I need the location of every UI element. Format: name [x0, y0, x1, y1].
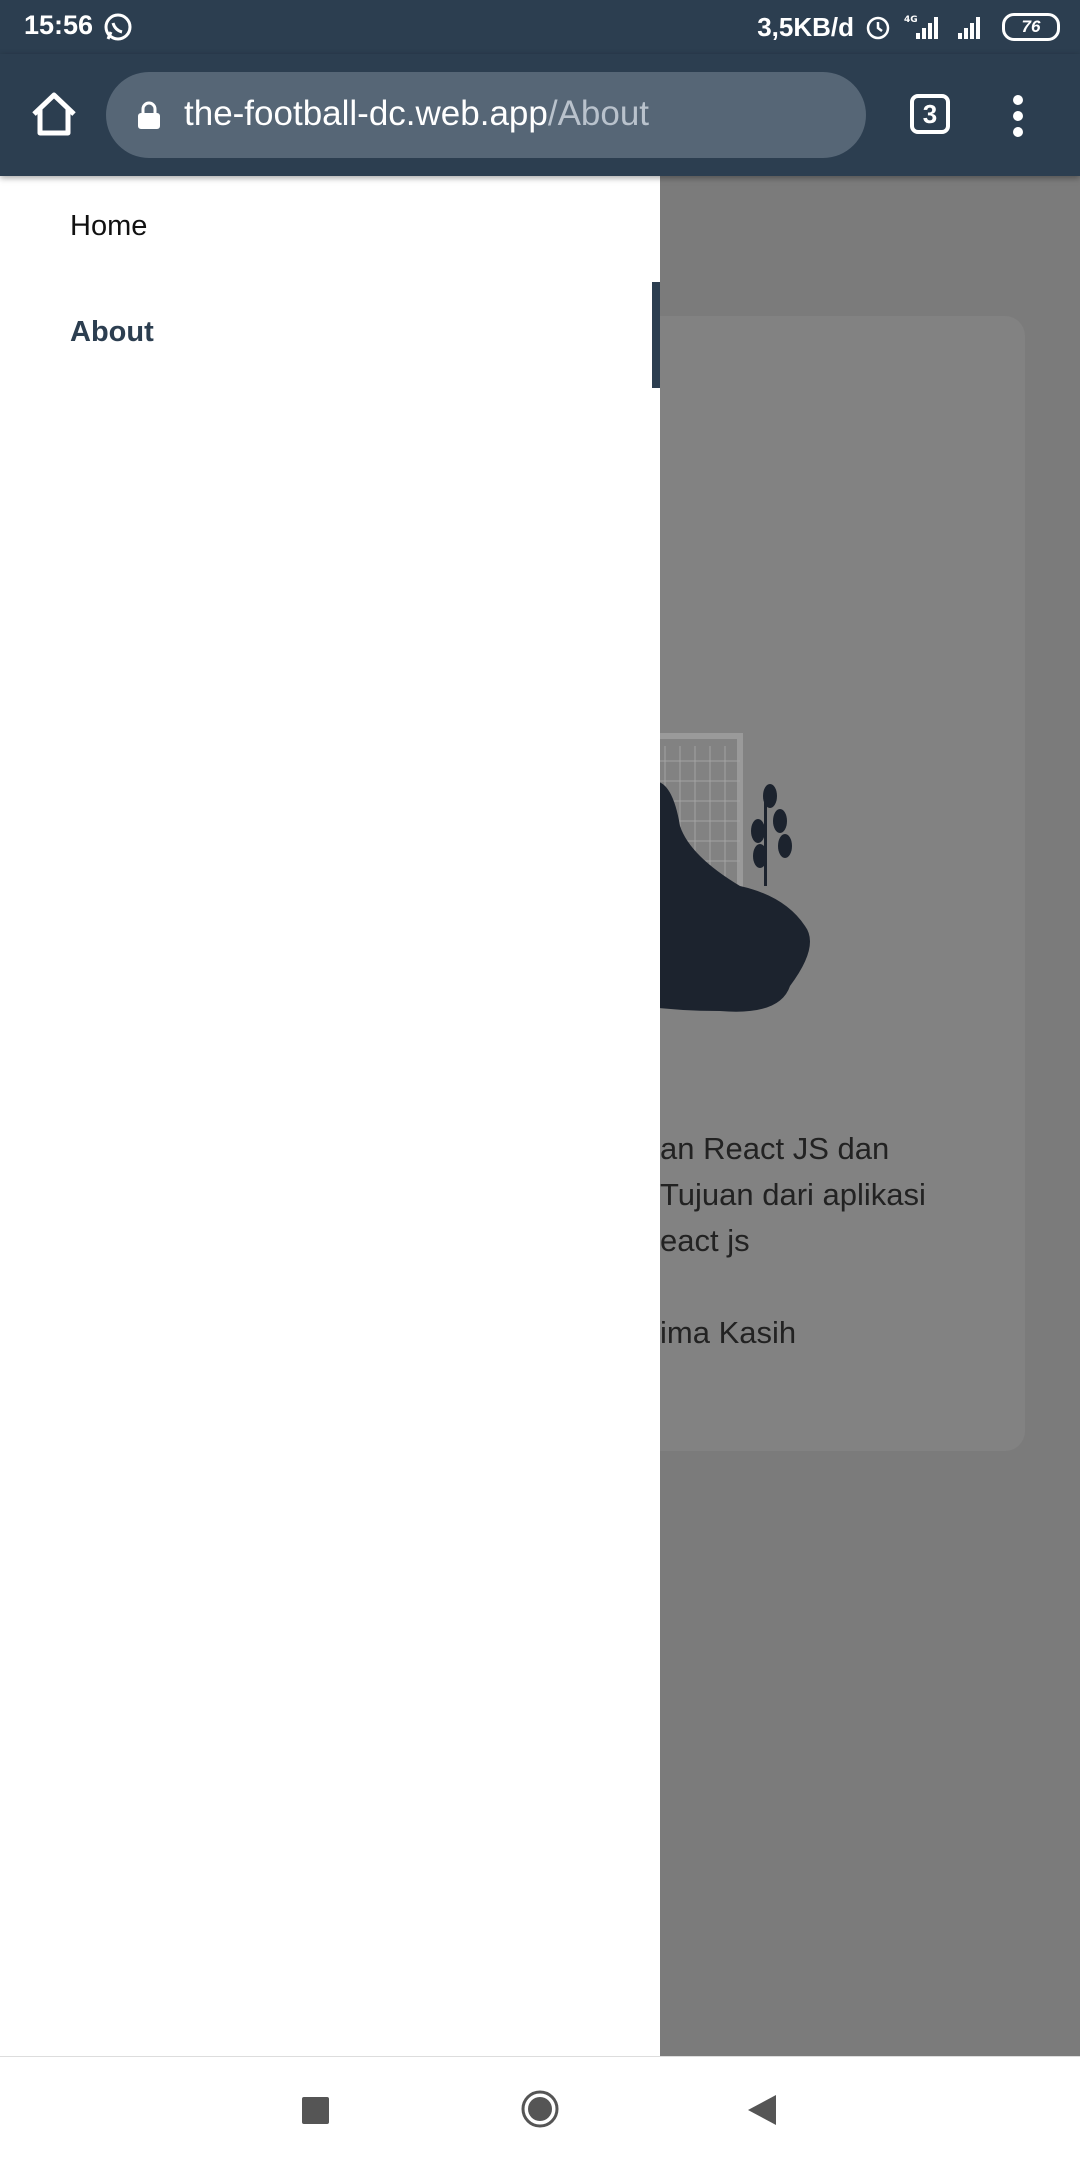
network-speed: 3,5KB/d [757, 11, 854, 42]
drawer-item-about[interactable]: About [70, 316, 154, 349]
alarm-icon [864, 13, 892, 41]
about-description: an React JS dan Tujuan dari aplikasi eac… [660, 1126, 926, 1356]
about-text-line: ima Kasih [660, 1315, 797, 1350]
lock-icon [136, 100, 162, 130]
signal-icon [956, 13, 992, 41]
svg-text:4G: 4G [904, 15, 918, 25]
status-right-group: 3,5KB/d 4G 76 [757, 10, 1060, 44]
more-menu-icon[interactable] [1008, 92, 1028, 140]
system-nav-bar [0, 2056, 1080, 2161]
active-item-indicator [652, 282, 660, 388]
nav-back-icon[interactable] [746, 2093, 778, 2127]
about-text-line: an React JS dan [660, 1131, 890, 1166]
url-host: the-football-dc.web.app [184, 94, 548, 133]
home-icon[interactable] [28, 88, 80, 140]
recent-apps-icon[interactable] [302, 2097, 329, 2124]
url-path: /About [547, 94, 650, 133]
football-illustration [640, 733, 810, 1012]
about-text-line: Tujuan dari aplikasi [660, 1177, 926, 1212]
signal-4g-icon: 4G [902, 13, 946, 41]
status-time: 15:56 [24, 10, 94, 40]
browser-toolbar: the-football-dc.web.app/About 3 [0, 54, 1080, 176]
url-text: the-football-dc.web.app/About [184, 94, 649, 134]
whatsapp-icon [103, 12, 133, 42]
about-text-line: eact js [660, 1223, 750, 1258]
navigation-drawer: Home About [0, 176, 660, 2056]
nav-home-icon[interactable] [520, 2089, 560, 2129]
battery-icon: 76 [1002, 13, 1060, 41]
status-bar: 15:56 3,5KB/d 4G 76 [0, 0, 1080, 54]
address-bar[interactable]: the-football-dc.web.app/About [106, 72, 866, 158]
drawer-item-home[interactable]: Home [70, 210, 147, 243]
tab-switcher-button[interactable]: 3 [910, 94, 950, 134]
